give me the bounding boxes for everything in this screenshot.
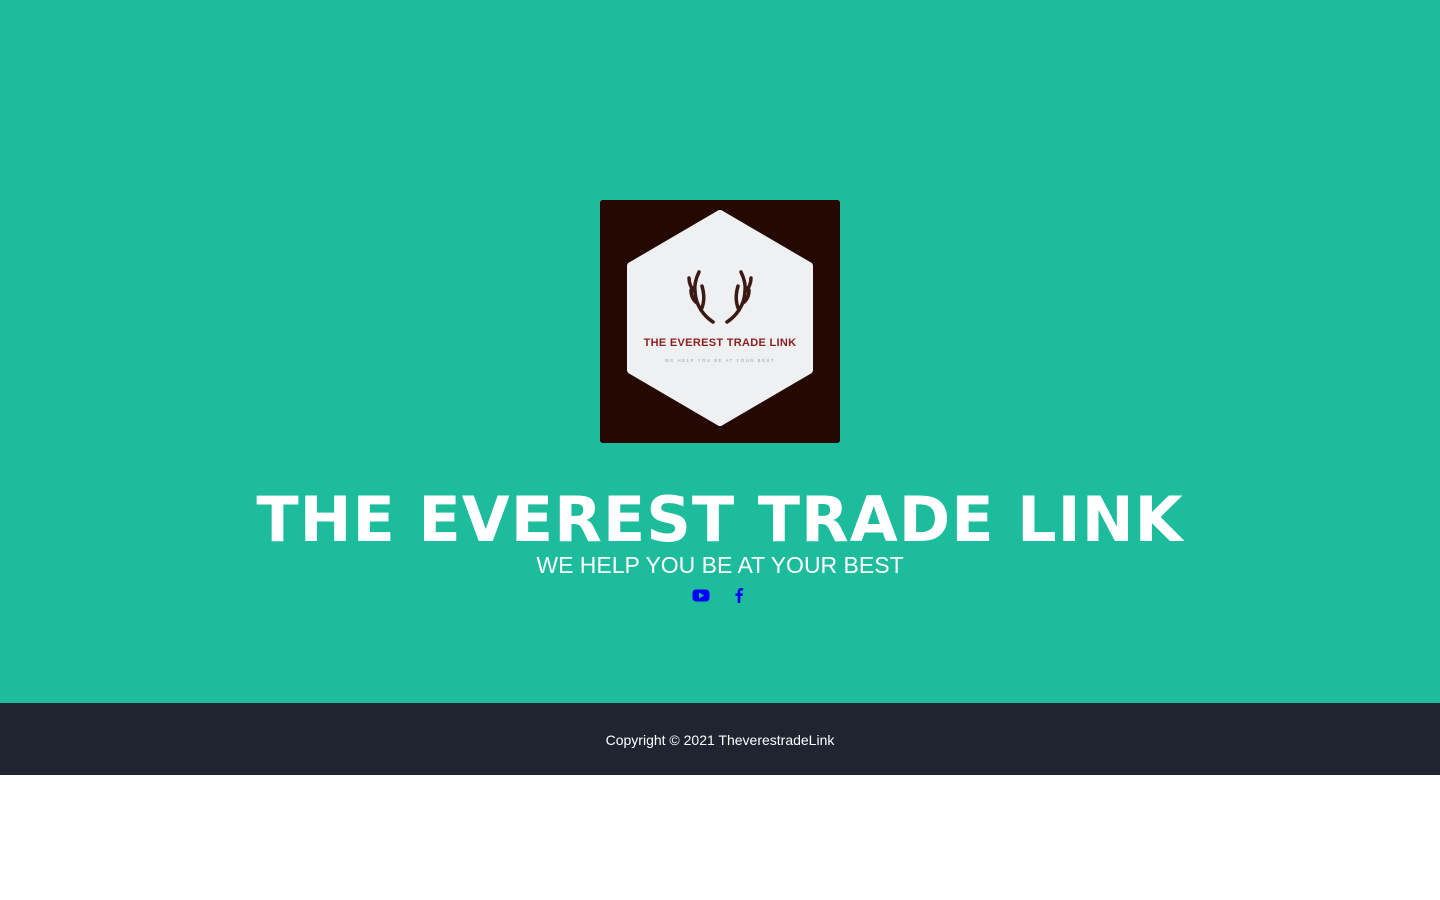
- hero-section: THE EVEREST TRADE LINK WE HELP YOU BE AT…: [0, 0, 1440, 703]
- site-tagline: WE HELP YOU BE AT YOUR BEST: [536, 552, 904, 578]
- copyright-text: Copyright © 2021 TheverestradeLink: [605, 732, 835, 748]
- youtube-link[interactable]: [692, 585, 710, 605]
- logo-brand-text: THE EVEREST TRADE LINK: [644, 337, 797, 349]
- social-links: [0, 585, 1440, 605]
- site-footer: Copyright © 2021 TheverestradeLink: [0, 703, 1440, 775]
- facebook-link[interactable]: [730, 585, 748, 605]
- logo-small-text: WE HELP YOU BE AT YOUR BEST: [665, 358, 775, 363]
- facebook-icon: [735, 588, 744, 603]
- youtube-icon: [692, 589, 710, 602]
- site-logo: THE EVEREST TRADE LINK WE HELP YOU BE AT…: [600, 200, 840, 443]
- logo-graphic: THE EVEREST TRADE LINK WE HELP YOU BE AT…: [600, 200, 840, 443]
- site-title: THE EVEREST TRADE LINK: [256, 483, 1184, 556]
